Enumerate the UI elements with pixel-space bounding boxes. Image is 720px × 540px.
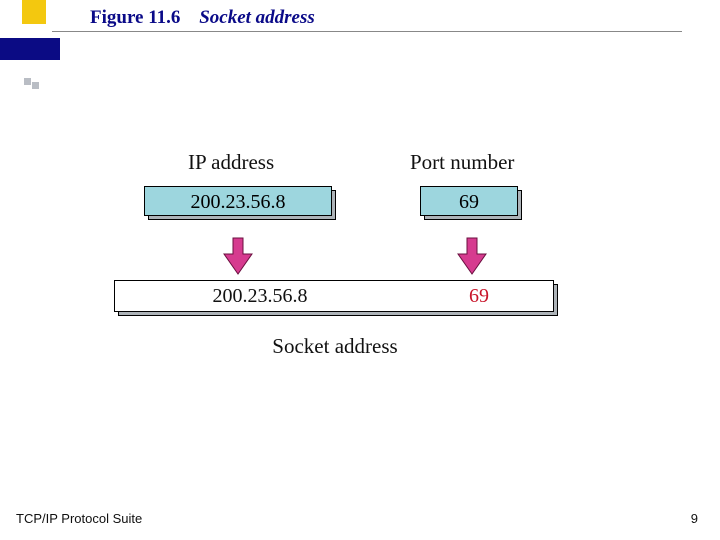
figure-number: Figure 11.6 xyxy=(90,7,180,28)
deco-small-square xyxy=(24,78,31,85)
top-labels-row: IP address Port number xyxy=(110,150,610,180)
label-port-number: Port number xyxy=(410,150,514,175)
deco-yellow-block xyxy=(22,0,46,24)
footer-text: TCP/IP Protocol Suite xyxy=(16,511,142,526)
figure-title: Figure 11.6 Socket address xyxy=(90,7,315,29)
socket-ip-value: 200.23.56.8 xyxy=(115,285,405,308)
slide-footer: TCP/IP Protocol Suite 9 xyxy=(16,511,698,526)
socket-port-value: 69 xyxy=(405,285,553,308)
deco-small-square xyxy=(32,82,39,89)
page-number: 9 xyxy=(691,511,698,526)
arrows-row xyxy=(110,234,610,278)
arrow-down-icon xyxy=(456,236,488,278)
ip-address-box: 200.23.56.8 xyxy=(144,186,332,216)
label-ip-address: IP address xyxy=(188,150,274,175)
top-boxes-row: 200.23.56.8 69 xyxy=(110,184,610,234)
port-number-box: 69 xyxy=(420,186,518,216)
socket-diagram: IP address Port number 200.23.56.8 69 20… xyxy=(110,150,610,359)
label-socket-address: Socket address xyxy=(110,334,560,359)
socket-address-row: 200.23.56.8 69 xyxy=(110,278,610,328)
figure-caption: Socket address xyxy=(199,7,315,28)
arrow-down-icon xyxy=(222,236,254,278)
socket-address-box: 200.23.56.8 69 xyxy=(114,280,554,312)
deco-thin-line xyxy=(52,31,682,32)
deco-blue-bar xyxy=(0,38,60,60)
